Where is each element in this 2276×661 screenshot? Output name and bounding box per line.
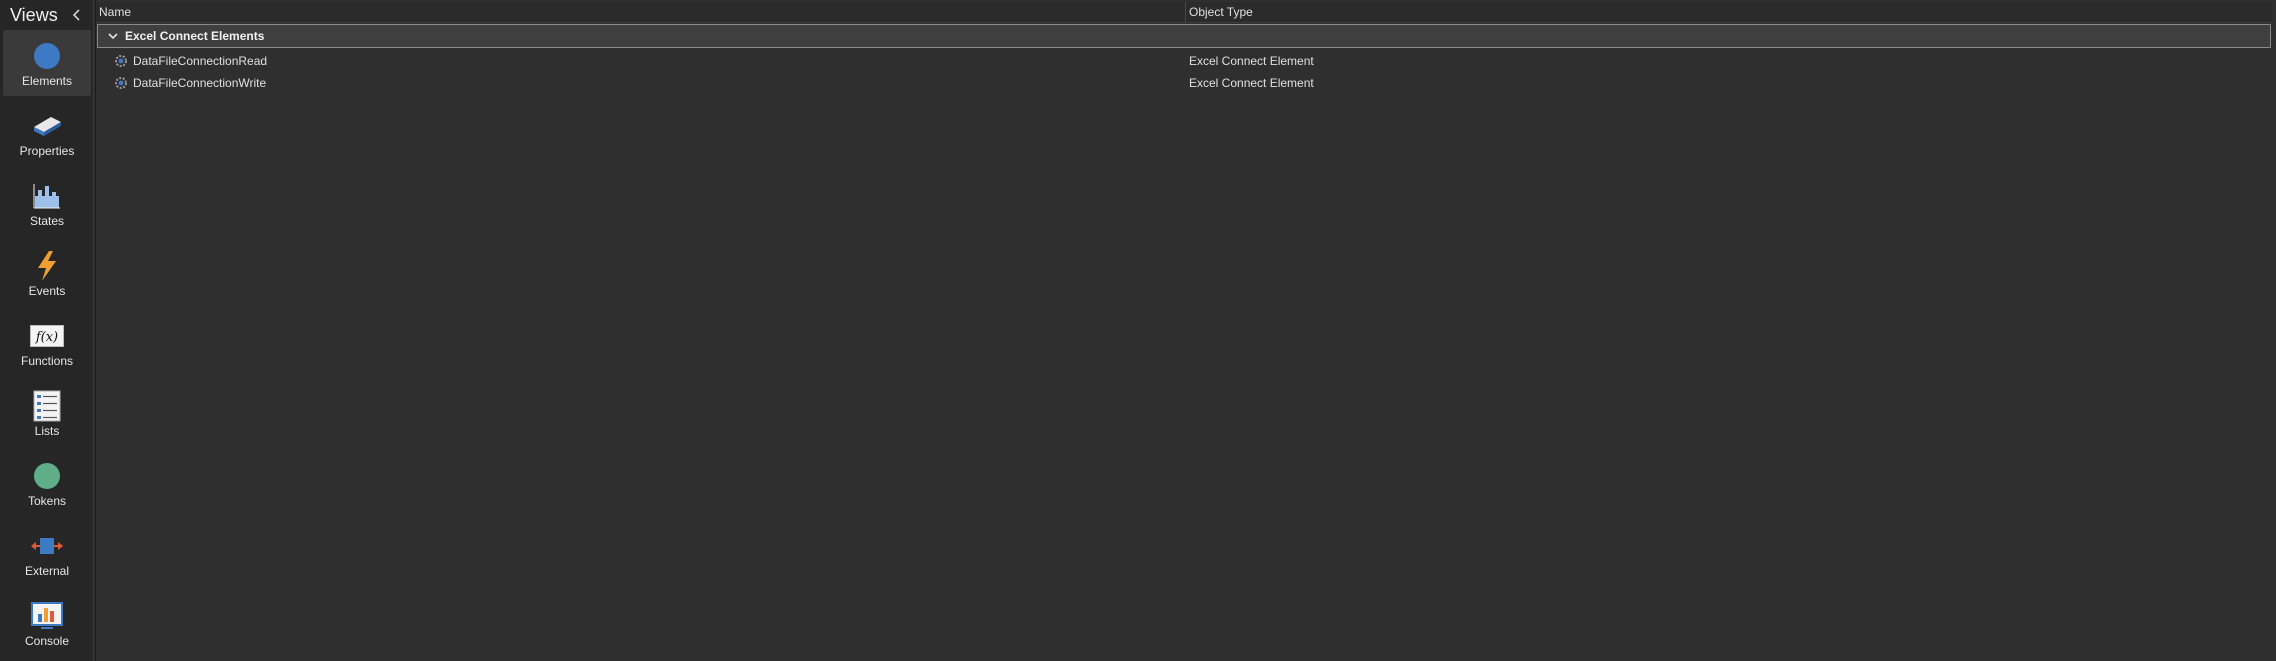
properties-icon	[29, 110, 65, 142]
sidebar-nav: Elements Properties States Events f(x) F…	[3, 30, 91, 660]
cell-name: DataFileConnectionRead	[97, 53, 1186, 69]
sidebar-item-label: Elements	[21, 74, 73, 88]
cell-object-type: Excel Connect Element	[1189, 54, 1314, 68]
row-name-text: DataFileConnectionWrite	[133, 76, 267, 90]
views-sidebar: Views Elements Properties States Events …	[0, 0, 94, 661]
states-icon	[29, 180, 65, 212]
sidebar-item-label: Properties	[19, 144, 75, 158]
sidebar-item-lists[interactable]: Lists	[3, 380, 91, 446]
lists-icon	[29, 390, 65, 422]
sidebar-item-states[interactable]: States	[3, 170, 91, 236]
column-header-object-type[interactable]: Object Type	[1186, 2, 2272, 22]
tokens-icon	[29, 460, 65, 492]
sidebar-item-label: Functions	[20, 354, 74, 368]
svg-text:f(x): f(x)	[35, 330, 58, 345]
sidebar-item-label: External	[24, 564, 70, 578]
sidebar-header: Views	[0, 0, 93, 30]
sidebar-title: Views	[10, 4, 58, 25]
app-window: Views Elements Properties States Events …	[0, 0, 2276, 661]
chevron-left-icon[interactable]	[69, 6, 85, 24]
sidebar-item-label: Lists	[34, 424, 60, 438]
sidebar-item-tokens[interactable]: Tokens	[3, 450, 91, 516]
sidebar-item-label: Tokens	[27, 494, 67, 508]
table-row[interactable]: DataFileConnectionRead Excel Connect Ele…	[97, 50, 2271, 72]
chevron-down-icon[interactable]	[105, 28, 121, 44]
functions-icon: f(x)	[29, 320, 65, 352]
sidebar-item-label: Events	[28, 284, 66, 298]
console-icon	[29, 600, 65, 632]
sidebar-item-external[interactable]: External	[3, 520, 91, 586]
sidebar-item-elements[interactable]: Elements	[3, 30, 91, 96]
sidebar-item-functions[interactable]: f(x) Functions	[3, 310, 91, 376]
elements-grid: Name Object Type Excel Connect Elements …	[95, 0, 2276, 661]
group-row-excel-connect-elements[interactable]: Excel Connect Elements	[97, 24, 2271, 48]
elements-icon	[29, 40, 65, 72]
gear-element-icon	[113, 53, 129, 69]
table-row[interactable]: DataFileConnectionWrite Excel Connect El…	[97, 72, 2271, 94]
row-name-text: DataFileConnectionRead	[133, 54, 268, 68]
sidebar-item-label: Console	[24, 634, 70, 648]
events-icon	[29, 250, 65, 282]
grid-header: Name Object Type	[96, 2, 2272, 23]
cell-name: DataFileConnectionWrite	[97, 75, 1186, 91]
sidebar-item-label: States	[29, 214, 65, 228]
gear-element-icon	[113, 75, 129, 91]
sidebar-item-properties[interactable]: Properties	[3, 100, 91, 166]
external-icon	[29, 530, 65, 562]
sidebar-item-console[interactable]: Console	[3, 590, 91, 656]
group-label: Excel Connect Elements	[125, 29, 265, 43]
cell-object-type: Excel Connect Element	[1189, 76, 1314, 90]
column-header-name[interactable]: Name	[96, 2, 1186, 22]
sidebar-item-events[interactable]: Events	[3, 240, 91, 306]
